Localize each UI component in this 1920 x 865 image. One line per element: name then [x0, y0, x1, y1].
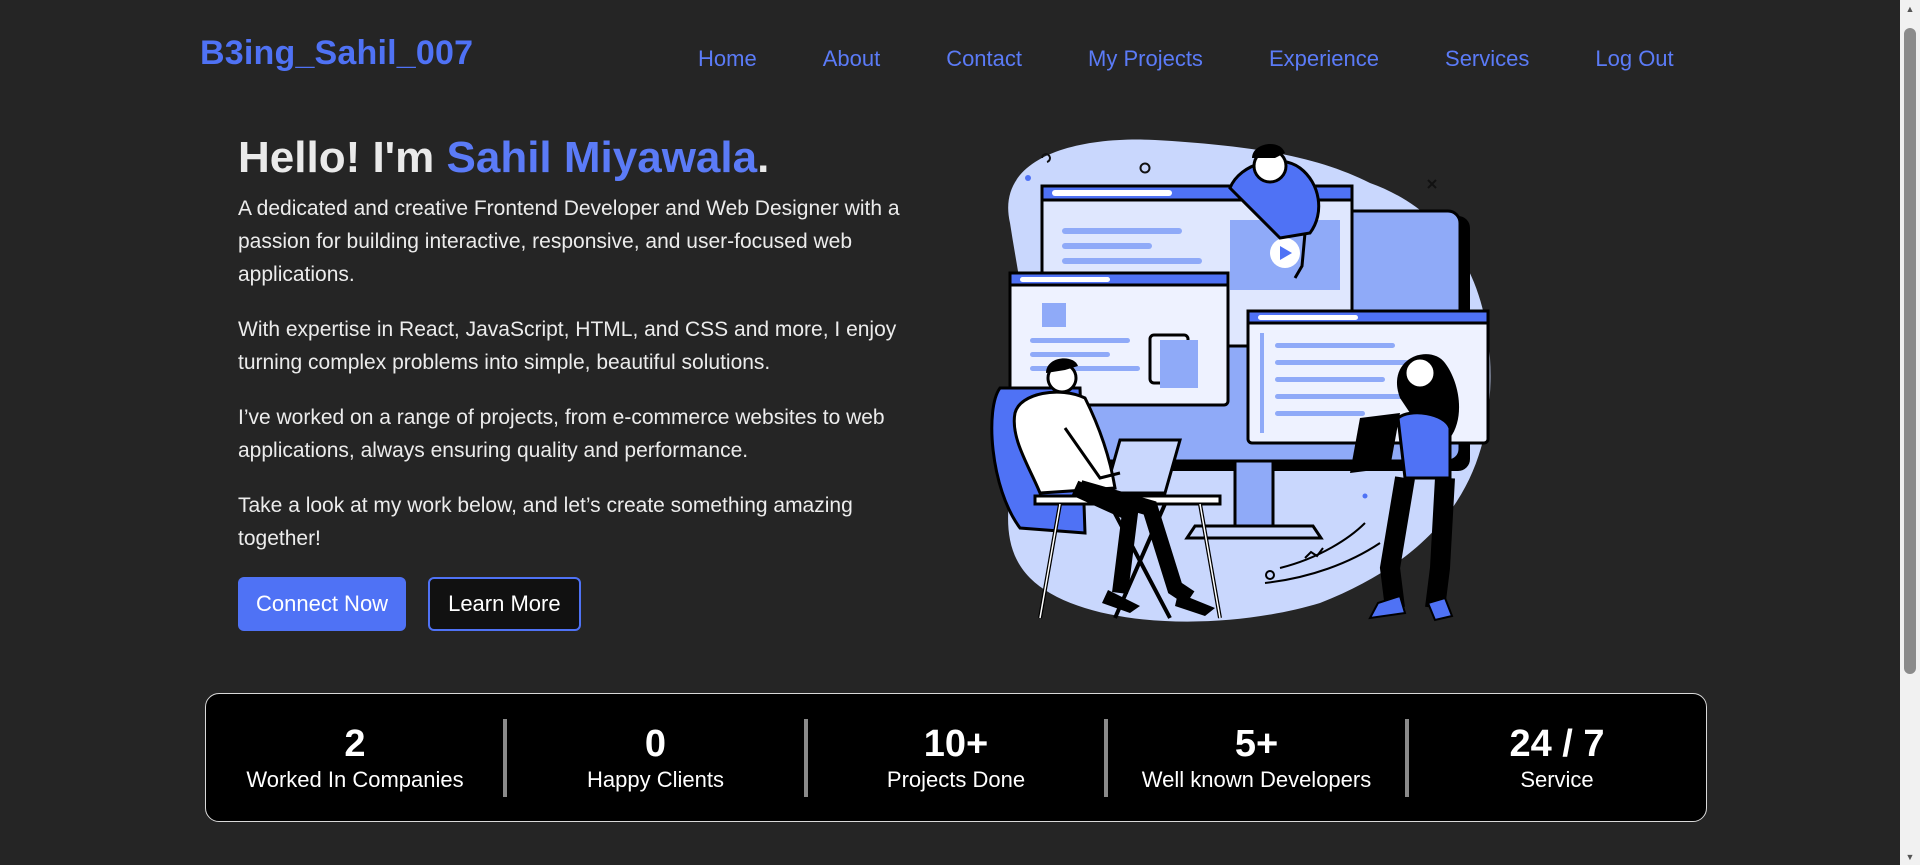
stat-label: Worked In Companies [246, 766, 464, 792]
stat-divider [503, 718, 508, 797]
scroll-up-arrow-icon[interactable]: ▲ [1900, 0, 1920, 17]
vertical-scrollbar[interactable]: ▲ ▼ [1900, 0, 1920, 865]
stat-divider [1104, 718, 1109, 797]
stat-label: Well known Developers [1141, 766, 1372, 792]
stat-divider [1404, 718, 1409, 797]
developer-workspace-illustration [990, 139, 1491, 622]
learn-more-button[interactable]: Learn More [428, 577, 581, 631]
hero-paragraph-expertise: With expertise in React, JavaScript, HTM… [238, 318, 897, 374]
stat-value: 2 [344, 722, 366, 765]
hero-section: Hello! I'm Sahil Miyawala. A dedicated a… [238, 132, 938, 631]
stat-developers: 5+ Well known Developers [1112, 722, 1402, 794]
navbar: B3ing_Sahil_007 Home About Contact My Pr… [0, 0, 1900, 110]
nav-link-contact[interactable]: Contact [946, 46, 1022, 72]
nav-link-about[interactable]: About [823, 46, 881, 72]
nav-link-services[interactable]: Services [1445, 46, 1529, 72]
brand-logo[interactable]: B3ing_Sahil_007 [200, 34, 473, 73]
stat-divider [803, 718, 808, 797]
nav-link-experience[interactable]: Experience [1269, 46, 1379, 72]
stat-label: Happy Clients [587, 766, 724, 792]
stat-projects: 10+ Projects Done [811, 722, 1101, 794]
hero-title: Hello! I'm Sahil Miyawala. [238, 132, 938, 184]
hero-paragraph-projects: I’ve worked on a range of projects, from… [238, 406, 885, 462]
stat-value: 5+ [1234, 722, 1279, 765]
nav-link-my-projects[interactable]: My Projects [1088, 46, 1203, 72]
stat-service: 24 / 7 Service [1412, 722, 1702, 794]
nav-links: Home About Contact My Projects Experienc… [698, 46, 1674, 72]
stats-bar: 2 Worked In Companies 0 Happy Clients 10… [205, 693, 1707, 822]
hero-paragraph-intro: A dedicated and creative Frontend Develo… [238, 197, 900, 286]
scrollbar-thumb[interactable] [1904, 28, 1916, 674]
hero-paragraph-cta: Take a look at my work below, and let’s … [238, 494, 853, 550]
hero-buttons: Connect Now Learn More [238, 577, 938, 631]
hero-name: Sahil Miyawala [446, 133, 758, 182]
hero-period: . [757, 133, 770, 182]
stat-companies: 2 Worked In Companies [210, 722, 500, 794]
stat-value: 24 / 7 [1509, 722, 1605, 765]
stat-value: 10+ [923, 722, 989, 765]
stat-value: 0 [644, 722, 667, 765]
nav-link-home[interactable]: Home [698, 46, 757, 72]
hero-illustration [990, 128, 1510, 628]
stat-clients: 0 Happy Clients [511, 722, 801, 794]
connect-now-button[interactable]: Connect Now [238, 577, 407, 631]
scroll-down-arrow-icon[interactable]: ▼ [1900, 848, 1920, 865]
stat-label: Projects Done [886, 766, 1026, 792]
stat-label: Service [1520, 766, 1594, 792]
nav-link-logout[interactable]: Log Out [1595, 46, 1673, 72]
hero-greeting: Hello! I'm [238, 133, 435, 182]
